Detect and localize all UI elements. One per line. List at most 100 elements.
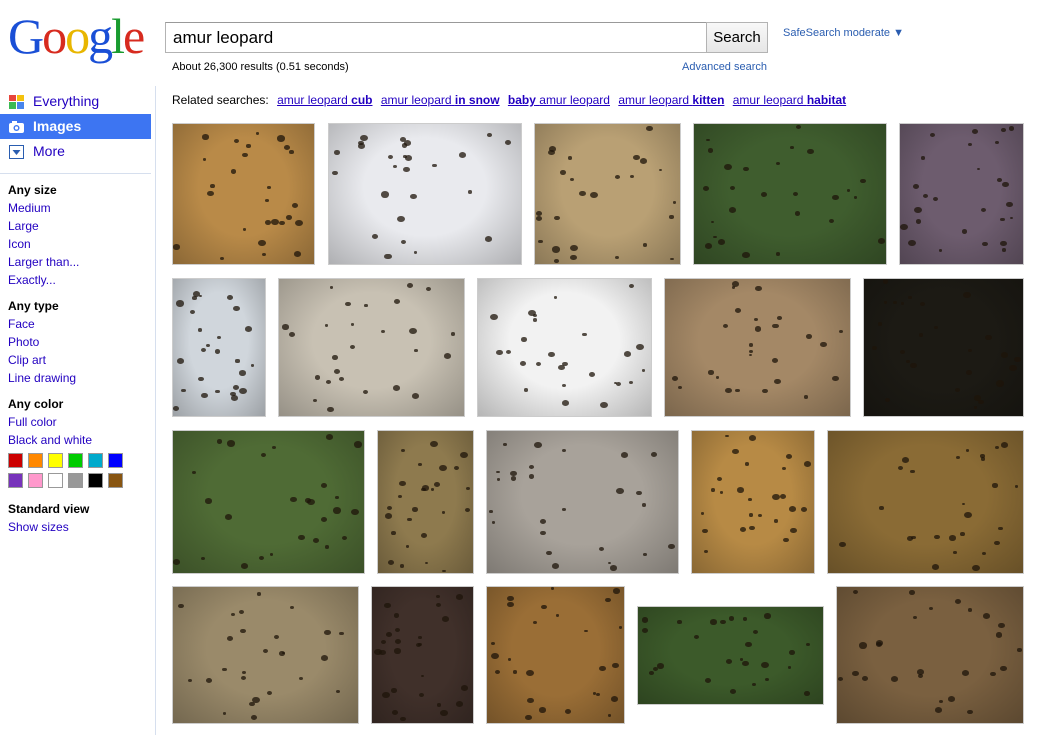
- image-result-r1c2[interactable]: [328, 123, 522, 265]
- color-swatch-green[interactable]: [68, 453, 83, 468]
- rosette-spot: [536, 362, 542, 367]
- rosette-spot: [838, 329, 844, 334]
- color-swatch-pink[interactable]: [28, 473, 43, 488]
- image-result-r4c1[interactable]: [172, 586, 359, 724]
- filter-size-icon[interactable]: Icon: [8, 237, 31, 251]
- nav-everything[interactable]: Everything: [0, 89, 151, 114]
- advanced-search-link[interactable]: Advanced search: [682, 61, 767, 73]
- rosette-spot: [1014, 357, 1022, 363]
- rosette-spot: [289, 496, 297, 503]
- image-result-r2c1[interactable]: [172, 278, 266, 417]
- image-result-r4c3[interactable]: [486, 586, 625, 724]
- rosette-spot: [967, 710, 973, 715]
- image-result-r3c2[interactable]: [377, 430, 474, 574]
- rosette-spot: [749, 353, 753, 357]
- rosette-spot: [490, 641, 496, 646]
- image-result-r3c5[interactable]: [827, 430, 1024, 574]
- related-link-cub[interactable]: amur leopard cub: [277, 93, 372, 107]
- sidebar-divider: [0, 173, 151, 174]
- related-link-kitten[interactable]: amur leopard kitten: [618, 93, 724, 107]
- rosette-spot: [175, 300, 184, 307]
- rosette-spot: [852, 670, 859, 676]
- image-result-r2c3[interactable]: [477, 278, 652, 417]
- rosette-spot: [249, 701, 255, 706]
- image-result-r3c3[interactable]: [486, 430, 679, 574]
- filter-standard-view[interactable]: Standard view: [8, 502, 89, 516]
- image-result-r1c4[interactable]: [693, 123, 887, 265]
- color-swatch-yellow[interactable]: [48, 453, 63, 468]
- related-link-habitat[interactable]: amur leopard habitat: [733, 93, 846, 107]
- rosette-spot: [418, 692, 425, 697]
- color-swatch-teal[interactable]: [88, 453, 103, 468]
- rosette-spot: [900, 223, 908, 230]
- rosette-spot: [790, 527, 798, 534]
- safesearch-dropdown[interactable]: SafeSearch moderate ▼: [783, 27, 904, 39]
- rosette-spot: [339, 631, 344, 636]
- filter-color-bw[interactable]: Black and white: [8, 433, 92, 447]
- color-swatch-blue[interactable]: [108, 453, 123, 468]
- image-result-r1c1[interactable]: [172, 123, 315, 265]
- related-link-baby[interactable]: baby amur leopard: [508, 93, 610, 107]
- filter-size-larger-than[interactable]: Larger than...: [8, 255, 79, 269]
- filter-type-face[interactable]: Face: [8, 317, 35, 331]
- related-link-in-snow[interactable]: amur leopard in snow: [381, 93, 500, 107]
- color-swatch-brown[interactable]: [108, 473, 123, 488]
- search-input[interactable]: amur leopard: [165, 22, 707, 53]
- rosette-spot: [983, 612, 991, 619]
- filter-any-color[interactable]: Any color: [8, 397, 63, 411]
- google-logo[interactable]: Google: [8, 10, 146, 62]
- color-swatch-gray[interactable]: [68, 473, 83, 488]
- image-result-r3c4[interactable]: [691, 430, 815, 574]
- color-swatch-red[interactable]: [8, 453, 23, 468]
- rosette-spot: [230, 394, 239, 401]
- rosette-spot: [947, 695, 956, 702]
- rosette-spot: [239, 370, 246, 376]
- image-result-r2c2[interactable]: [278, 278, 465, 417]
- rosette-spot: [412, 507, 419, 512]
- rosette-spot: [384, 513, 393, 520]
- color-swatch-black[interactable]: [88, 473, 103, 488]
- rosette-spot: [702, 528, 708, 533]
- rosette-spot: [611, 662, 619, 669]
- rosette-spot: [425, 286, 431, 291]
- rosette-spot: [391, 531, 396, 535]
- rosette-spot: [214, 349, 221, 354]
- nav-more[interactable]: More: [0, 139, 151, 164]
- image-result-r1c5[interactable]: [899, 123, 1024, 265]
- rosette-spot: [877, 322, 883, 326]
- rosette-spot: [406, 517, 412, 522]
- filter-type-clip-art[interactable]: Clip art: [8, 353, 46, 367]
- rosette-spot: [748, 435, 757, 442]
- filter-any-type[interactable]: Any type: [8, 299, 59, 313]
- filter-show-sizes[interactable]: Show sizes: [8, 520, 69, 534]
- rosette-spot: [561, 383, 566, 387]
- filter-any-size[interactable]: Any size: [8, 183, 57, 197]
- image-result-r1c3[interactable]: [534, 123, 681, 265]
- filter-color-full[interactable]: Full color: [8, 415, 57, 429]
- rosette-spot: [651, 452, 658, 457]
- rosette-spot: [900, 301, 905, 305]
- image-result-r3c1[interactable]: [172, 430, 365, 574]
- filter-size-large[interactable]: Large: [8, 219, 39, 233]
- filter-size-medium[interactable]: Medium: [8, 201, 51, 215]
- rosette-spot: [1014, 485, 1019, 489]
- filter-type-line-drawing[interactable]: Line drawing: [8, 371, 76, 385]
- rosette-spot: [780, 494, 787, 500]
- filter-size-exactly[interactable]: Exactly...: [8, 273, 56, 287]
- color-swatch-white[interactable]: [48, 473, 63, 488]
- filter-type-photo[interactable]: Photo: [8, 335, 39, 349]
- search-button[interactable]: Search: [706, 22, 768, 53]
- rosette-spot: [294, 220, 303, 227]
- rosette-spot: [1000, 128, 1006, 133]
- color-swatch-purple[interactable]: [8, 473, 23, 488]
- nav-images[interactable]: Images: [0, 114, 151, 139]
- color-swatch-orange[interactable]: [28, 453, 43, 468]
- image-result-r4c4[interactable]: [637, 606, 824, 705]
- image-result-r2c4[interactable]: [664, 278, 851, 417]
- rosette-spot: [555, 614, 560, 618]
- rosette-spot: [496, 478, 500, 482]
- image-result-r4c2[interactable]: [371, 586, 474, 724]
- image-result-r4c5[interactable]: [836, 586, 1024, 724]
- image-result-r2c5[interactable]: [863, 278, 1024, 417]
- rosette-spot: [1000, 665, 1007, 671]
